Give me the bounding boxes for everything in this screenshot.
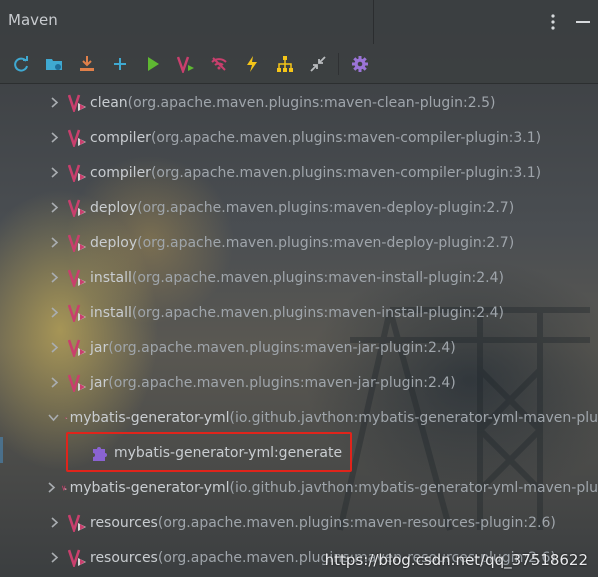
plugin-coordinates: (org.apache.maven.plugins:maven-jar-plug… [108, 339, 456, 356]
maven-plugin-icon [62, 485, 68, 491]
maven-plugin-icon [68, 339, 86, 357]
plugin-coordinates: (org.apache.maven.plugins:maven-compiler… [150, 129, 542, 146]
plugin-coordinates: (org.apache.maven.plugins:maven-deploy-p… [137, 199, 515, 216]
plugin-item[interactable]: install (org.apache.maven.plugins:maven-… [0, 295, 598, 330]
plugin-coordinates: (org.apache.maven.plugins:maven-compiler… [150, 164, 542, 181]
maven-plugin-tree: clean (org.apache.maven.plugins:maven-cl… [0, 85, 598, 575]
skip-tests-icon [246, 55, 257, 72]
watermark-text: https://blog.csdn.net/qq_37518622 [324, 551, 588, 569]
chevron-right-icon[interactable] [48, 202, 62, 213]
download-sources-icon [79, 55, 94, 71]
show-dependencies-button[interactable] [270, 49, 299, 79]
collapse-all-icon [309, 55, 326, 72]
chevron-right-icon[interactable] [48, 342, 62, 353]
offline-mode-icon [210, 56, 227, 71]
dependencies-diagram-icon [276, 55, 293, 72]
maven-plugin-icon [68, 549, 86, 567]
plugin-coordinates: (org.apache.maven.plugins:maven-install-… [131, 304, 504, 321]
plugin-item[interactable]: mybatis-generator-yml (io.github.javthon… [0, 400, 598, 435]
plugin-item[interactable]: mybatis-generator-yml (io.github.javthon… [0, 470, 598, 505]
plugin-coordinates: (io.github.javthon:mybatis-generator-yml… [229, 409, 598, 426]
run-button[interactable] [138, 49, 167, 79]
plugin-name: mybatis-generator-yml [69, 479, 230, 496]
skip-tests-button[interactable] [237, 49, 266, 79]
plugin-name: install [90, 304, 132, 321]
maven-plugin-icon [68, 164, 86, 182]
download-sources-button[interactable] [72, 49, 101, 79]
open-folder-icon [45, 58, 62, 70]
plugin-item[interactable]: deploy (org.apache.maven.plugins:maven-d… [0, 190, 598, 225]
header-divider [373, 0, 374, 44]
plugin-name: install [90, 269, 132, 286]
plugin-item[interactable]: compiler (org.apache.maven.plugins:maven… [0, 155, 598, 190]
chevron-right-icon[interactable] [48, 517, 62, 528]
toggle-offline-button[interactable] [204, 49, 233, 79]
maven-plugin-icon [68, 304, 86, 322]
plugin-item[interactable]: clean (org.apache.maven.plugins:maven-cl… [0, 85, 598, 120]
run-icon [147, 56, 159, 71]
plugin-coordinates: (org.apache.maven.plugins:maven-clean-pl… [127, 94, 496, 111]
highlight-box [66, 432, 352, 472]
plugin-coordinates: (org.apache.maven.plugins:maven-deploy-p… [137, 234, 515, 251]
maven-toolbar [0, 44, 598, 84]
maven-plugin-icon [68, 514, 86, 532]
collapse-all-button[interactable] [303, 49, 332, 79]
chevron-right-icon[interactable] [48, 377, 62, 388]
plugin-name: resources [90, 549, 158, 566]
plugin-item[interactable]: compiler (org.apache.maven.plugins:maven… [0, 120, 598, 155]
maven-plugin-icon [65, 416, 68, 419]
plugin-name: jar [90, 374, 109, 391]
add-project-button[interactable] [39, 49, 68, 79]
chevron-right-icon[interactable] [48, 132, 62, 143]
maven-plugin-icon [68, 374, 86, 392]
plugin-name: resources [90, 514, 158, 531]
more-options-button[interactable] [538, 7, 568, 37]
execute-goal-button[interactable] [171, 49, 200, 79]
plugin-item[interactable]: resources (org.apache.maven.plugins:mave… [0, 505, 598, 540]
reload-icon [13, 55, 28, 72]
plugin-item[interactable]: install (org.apache.maven.plugins:maven-… [0, 260, 598, 295]
plugin-item[interactable]: jar (org.apache.maven.plugins:maven-jar-… [0, 330, 598, 365]
chevron-right-icon[interactable] [48, 307, 62, 318]
hide-panel-button[interactable] [568, 7, 598, 37]
plugin-name: compiler [90, 129, 151, 146]
plugin-name: clean [90, 94, 128, 111]
chevron-down-icon[interactable] [48, 413, 59, 422]
plugin-coordinates: (io.github.javthon:mybatis-generator-yml… [229, 479, 598, 496]
plugin-coordinates: (org.apache.maven.plugins:maven-install-… [131, 269, 504, 286]
chevron-right-icon[interactable] [48, 97, 62, 108]
toolbar-separator [338, 52, 339, 75]
reload-button[interactable] [6, 49, 35, 79]
chevron-right-icon[interactable] [48, 237, 62, 248]
plugin-item[interactable]: jar (org.apache.maven.plugins:maven-jar-… [0, 365, 598, 400]
add-icon [113, 57, 126, 70]
chevron-right-icon[interactable] [48, 272, 62, 283]
maven-settings-button[interactable] [345, 49, 374, 79]
more-vertical-icon [551, 14, 555, 30]
plugin-name: compiler [90, 164, 151, 181]
maven-plugin-icon [68, 269, 86, 287]
chevron-right-icon[interactable] [48, 482, 56, 493]
chevron-right-icon[interactable] [48, 167, 62, 178]
maven-plugin-icon [68, 129, 86, 147]
minimize-icon [576, 21, 590, 23]
execute-goal-icon [176, 56, 194, 73]
tool-window-header: Maven [0, 0, 598, 44]
plugin-coordinates: (org.apache.maven.plugins:maven-jar-plug… [108, 374, 456, 391]
maven-plugin-icon [68, 199, 86, 217]
plugin-coordinates: (org.apache.maven.plugins:maven-resource… [157, 514, 556, 531]
maven-plugin-icon [68, 234, 86, 252]
plugin-name: mybatis-generator-yml [69, 409, 230, 426]
add-maven-projects-button[interactable] [105, 49, 134, 79]
tool-window-title: Maven [8, 11, 58, 29]
plugin-name: deploy [90, 199, 138, 216]
plugin-name: jar [90, 339, 109, 356]
settings-icon [351, 55, 368, 72]
plugin-item[interactable]: deploy (org.apache.maven.plugins:maven-d… [0, 225, 598, 260]
chevron-right-icon[interactable] [48, 552, 62, 563]
plugin-name: deploy [90, 234, 138, 251]
maven-plugin-icon [68, 94, 86, 112]
